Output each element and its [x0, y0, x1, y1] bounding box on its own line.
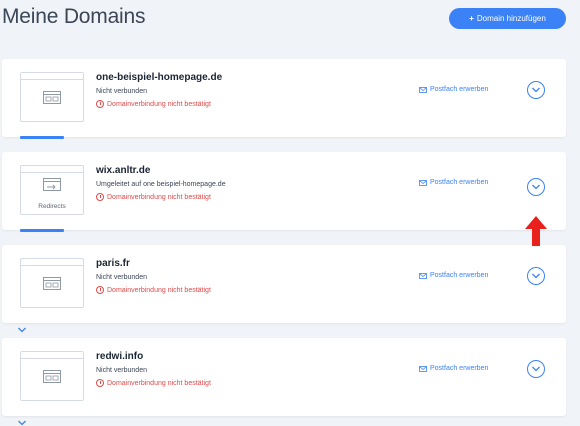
domain-name[interactable]: one-beispiel-homepage.de: [96, 72, 222, 83]
buy-mailbox-link[interactable]: Postfach erwerben: [419, 179, 488, 186]
page-header: Meine Domains + Domain hinzufügen: [0, 0, 580, 50]
redirect-icon: [43, 178, 61, 191]
warning-icon: [96, 379, 104, 387]
add-domain-button[interactable]: + Domain hinzufügen: [449, 8, 566, 29]
chevron-down-icon: [532, 273, 540, 279]
redirects-label: Redirects: [38, 203, 66, 210]
mailbox-icon: [419, 365, 427, 372]
mailbox-icon: [419, 179, 427, 186]
mailbox-icon: [419, 272, 427, 279]
warning-icon: [96, 193, 104, 201]
domain-thumbnail: [20, 258, 84, 308]
mailbox-icon: [419, 86, 427, 93]
chevron-down-icon: [532, 87, 540, 93]
warning-icon: [96, 286, 104, 294]
buy-mailbox-link[interactable]: Postfach erwerben: [419, 86, 488, 93]
domain-thumbnail: [20, 351, 84, 401]
expand-domain-button[interactable]: [527, 81, 545, 99]
buy-mailbox-link[interactable]: Postfach erwerben: [419, 365, 488, 372]
connection-status: Nicht verbunden: [96, 88, 147, 95]
domain-thumbnail: Redirects: [20, 165, 84, 215]
domain-card: one-beispiel-homepage.de Nicht verbunden…: [2, 59, 566, 139]
connection-status: Nicht verbunden: [96, 274, 147, 281]
expand-domain-button[interactable]: [527, 360, 545, 378]
connection-status: Nicht verbunden: [96, 367, 147, 374]
card-tab-indicator: [20, 229, 64, 232]
connection-status: Umgeleitet auf one beispiel-homepage.de: [96, 181, 226, 188]
page-title: Meine Domains: [2, 5, 146, 28]
collapse-chevron-icon[interactable]: [17, 420, 27, 426]
domain-warning: Domainverbindung nicht bestätigt: [96, 193, 211, 201]
domain-warning: Domainverbindung nicht bestätigt: [96, 100, 211, 108]
domain-card: paris.fr Nicht verbunden Domainverbindun…: [2, 245, 566, 333]
chevron-down-icon: [532, 366, 540, 372]
domain-warning: Domainverbindung nicht bestätigt: [96, 379, 211, 387]
plus-icon: +: [469, 14, 474, 23]
expand-domain-button[interactable]: [527, 267, 545, 285]
domain-name[interactable]: redwi.info: [96, 351, 143, 362]
buy-mailbox-link[interactable]: Postfach erwerben: [419, 272, 488, 279]
expand-domain-button[interactable]: [527, 178, 545, 196]
warning-icon: [96, 100, 104, 108]
card-tab-indicator: [20, 136, 64, 139]
domain-card: redwi.info Nicht verbunden Domainverbind…: [2, 338, 566, 426]
site-icon: [43, 277, 61, 290]
domain-thumbnail: [20, 72, 84, 122]
domain-warning: Domainverbindung nicht bestätigt: [96, 286, 211, 294]
domain-card: Redirects wix.anltr.de Umgeleitet auf on…: [2, 152, 566, 232]
domain-name[interactable]: paris.fr: [96, 258, 130, 269]
site-icon: [43, 91, 61, 104]
site-icon: [43, 370, 61, 383]
add-domain-label: Domain hinzufügen: [476, 14, 546, 23]
chevron-down-icon: [532, 184, 540, 190]
red-arrow-up-icon: [525, 216, 547, 246]
domain-name[interactable]: wix.anltr.de: [96, 165, 150, 176]
collapse-chevron-icon[interactable]: [17, 327, 27, 333]
